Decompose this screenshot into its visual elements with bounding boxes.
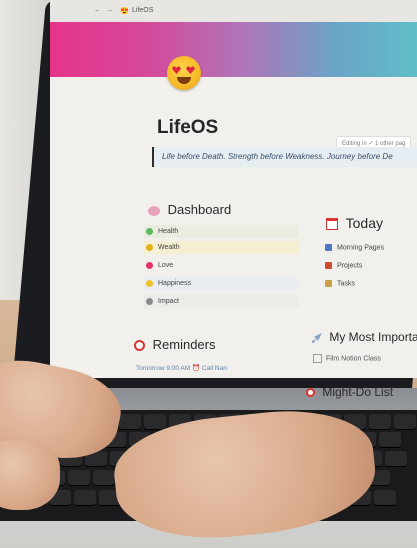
emoji-mouth [177,77,191,84]
shield-icon [325,262,332,269]
dashboard-item-wealth[interactable]: Wealth [144,241,299,254]
back-icon[interactable]: ← [94,7,101,14]
today-item-label: Morning Pages [337,244,385,252]
key[interactable] [394,414,416,429]
dashboard-heading-text: Dashboard [167,202,232,217]
dashboard-item-label: Happiness [158,280,192,287]
page-title[interactable]: LifeOS [157,117,218,139]
love-icon [146,262,153,269]
key[interactable] [93,470,115,485]
key[interactable] [379,432,401,447]
tab-emoji-icon: 😍 [120,8,129,15]
today-item-label: Tasks [337,280,355,288]
key[interactable] [374,490,396,505]
reminders-heading[interactable]: Reminders [134,337,215,352]
reminder-item[interactable]: Tomorrow 9:00 AM ⏰ Call Nan [136,364,227,372]
most-important-heading[interactable]: My Most Importa [312,330,417,344]
dashboard-item-label: Wealth [158,244,180,251]
important-item[interactable]: Film Notion Class [313,354,381,363]
cover-image [50,22,417,77]
today-item-projects[interactable]: Projects [325,262,362,269]
brain-icon [148,205,160,216]
today-heading-text: Today [345,215,383,231]
quote-block[interactable]: Life before Death. Strength before Weakn… [152,147,417,167]
calendar-icon [326,218,338,231]
dashboard-heading[interactable]: Dashboard [148,202,231,217]
might-do-heading[interactable]: Might-Do List [306,385,393,399]
today-item-tasks[interactable]: Tasks [325,280,355,287]
notebook-icon [325,244,332,251]
dashboard-item-love[interactable]: Love [144,259,299,272]
today-heading[interactable]: Today [326,215,383,231]
health-icon [146,228,153,235]
dashboard-item-impact[interactable]: Impact [144,295,299,308]
heart-eyes-emoji-icon[interactable] [167,56,201,90]
dashboard-item-label: Health [158,228,179,235]
forward-icon[interactable]: → [106,7,113,14]
key[interactable] [68,470,90,485]
important-item-label: Film Notion Class [326,355,381,363]
browser-toolbar: ← → 😍 LifeOS [50,0,417,23]
impact-icon [146,298,153,305]
browser-tab-title[interactable]: LifeOS [132,7,153,14]
pencil-icon [325,280,332,287]
heart-eye-left [172,66,181,74]
checkbox[interactable] [313,354,322,363]
reminders-heading-text: Reminders [152,337,216,352]
dashboard-item-label: Love [158,262,174,269]
key[interactable] [144,414,166,429]
happiness-icon [146,280,153,287]
heart-eye-right [186,66,195,74]
rocket-icon [312,332,322,343]
dashboard-item-health[interactable]: Health [144,225,299,238]
might-do-heading-text: Might-Do List [322,385,394,399]
key[interactable] [385,451,407,466]
dashboard-item-happiness[interactable]: Happiness [144,277,299,290]
today-item-morning-pages[interactable]: Morning Pages [325,244,384,251]
key[interactable] [74,490,96,505]
key[interactable] [369,414,391,429]
alarm-clock-icon [134,340,145,352]
laptop-screen: ← → 😍 LifeOS LifeOS Editing in ✓ 1 other… [50,0,417,378]
today-item-label: Projects [337,262,363,270]
wealth-icon [146,244,153,251]
target-icon [306,388,315,398]
key[interactable] [119,414,141,429]
dashboard-item-label: Impact [158,298,180,305]
most-important-heading-text: My Most Importa [329,330,417,344]
